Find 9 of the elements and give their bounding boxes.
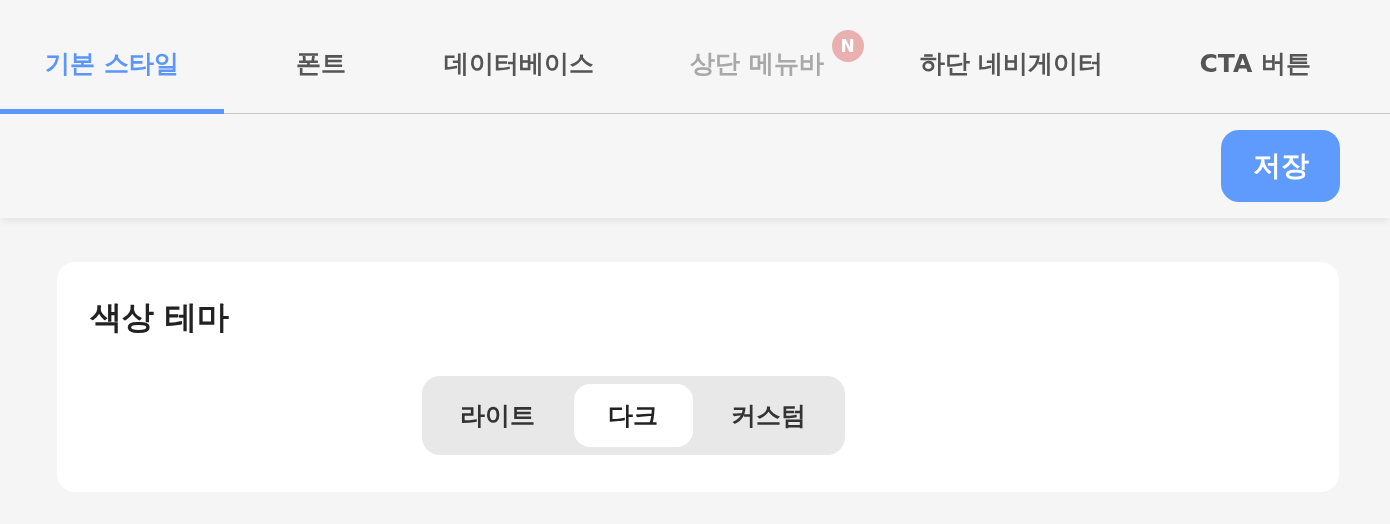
theme-option[interactable]: 라이트 bbox=[429, 384, 566, 447]
section-title: 색상 테마 bbox=[90, 297, 231, 338]
new-badge: N bbox=[831, 30, 864, 62]
theme-option[interactable]: 다크 bbox=[573, 384, 693, 447]
tab[interactable]: 하단 네비게이터 bbox=[871, 0, 1152, 114]
tab[interactable]: 폰트 bbox=[224, 0, 396, 114]
tab[interactable]: CTA 버튼 bbox=[1151, 0, 1359, 114]
theme-option[interactable]: 커스텀 bbox=[700, 384, 837, 447]
tab[interactable]: 데이터베이스 bbox=[396, 0, 642, 114]
